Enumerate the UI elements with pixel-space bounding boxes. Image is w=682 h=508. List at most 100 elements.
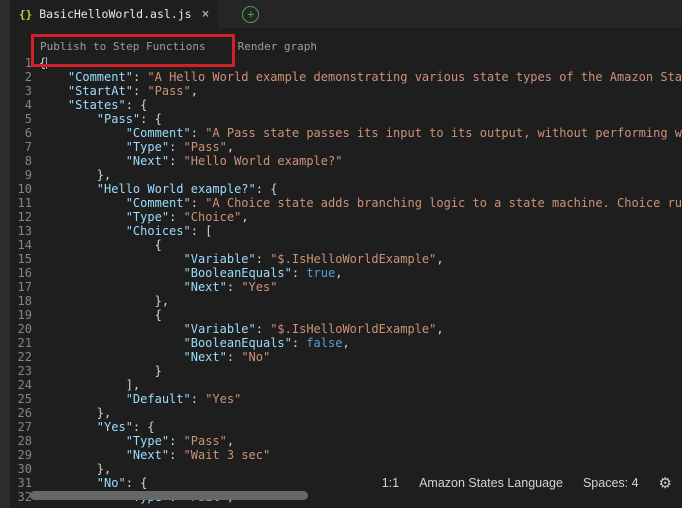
- code-text: "Next": "Wait 3 sec": [39, 448, 270, 462]
- code-text: "Type": "Pass",: [39, 140, 234, 154]
- code-text: {: [39, 56, 47, 70]
- code-line[interactable]: 16 "BooleanEquals": true,: [10, 266, 682, 280]
- code-line[interactable]: 29 "Next": "Wait 3 sec": [10, 448, 682, 462]
- left-gutter-strip: [0, 0, 10, 508]
- code-text: "BooleanEquals": false,: [39, 336, 350, 350]
- code-line[interactable]: 15 "Variable": "$.IsHelloWorldExample",: [10, 252, 682, 266]
- code-line[interactable]: 10 "Hello World example?": {: [10, 182, 682, 196]
- line-number: 9: [10, 168, 32, 182]
- line-number: 17: [10, 280, 32, 294]
- line-number: 21: [10, 336, 32, 350]
- code-text: }: [39, 364, 162, 378]
- code-text: "Next": "Hello World example?": [39, 154, 342, 168]
- language-mode-status[interactable]: Amazon States Language: [419, 476, 563, 490]
- line-number: 16: [10, 266, 32, 280]
- code-line[interactable]: 25 "Default": "Yes": [10, 392, 682, 406]
- line-number: 32: [10, 490, 32, 504]
- code-line[interactable]: 4 "States": {: [10, 98, 682, 112]
- line-number: 2: [10, 70, 32, 84]
- code-line[interactable]: 5 "Pass": {: [10, 112, 682, 126]
- code-text: "Comment": "A Hello World example demons…: [39, 70, 682, 84]
- code-text: "Next": "Yes": [39, 280, 277, 294]
- code-line[interactable]: 7 "Type": "Pass",: [10, 140, 682, 154]
- code-line[interactable]: 14 {: [10, 238, 682, 252]
- code-line[interactable]: 27 "Yes": {: [10, 420, 682, 434]
- plus-glyph: +: [247, 8, 254, 20]
- line-number: 23: [10, 364, 32, 378]
- code-line[interactable]: 1{: [10, 56, 682, 70]
- add-circle-icon[interactable]: +: [242, 6, 259, 23]
- code-line[interactable]: 9 },: [10, 168, 682, 182]
- line-number: 20: [10, 322, 32, 336]
- code-line[interactable]: 23 }: [10, 364, 682, 378]
- code-text: "Yes": {: [39, 420, 155, 434]
- json-file-icon: {}: [19, 8, 32, 21]
- code-line[interactable]: 11 "Comment": "A Choice state adds branc…: [10, 196, 682, 210]
- publish-to-step-functions-link[interactable]: Publish to Step Functions: [40, 40, 206, 53]
- code-text: {: [39, 308, 162, 322]
- code-text: "Variable": "$.IsHelloWorldExample",: [39, 252, 444, 266]
- line-number: 19: [10, 308, 32, 322]
- tab-basichelloworld[interactable]: {} BasicHelloWorld.asl.js ×: [10, 0, 218, 28]
- code-text: {: [39, 238, 162, 252]
- code-text: },: [39, 406, 111, 420]
- code-line[interactable]: 17 "Next": "Yes": [10, 280, 682, 294]
- code-area: 1{2 "Comment": "A Hello World example de…: [10, 56, 682, 504]
- code-text: "No": {: [39, 476, 147, 490]
- render-graph-link[interactable]: Render graph: [238, 40, 317, 53]
- code-line[interactable]: 22 "Next": "No": [10, 350, 682, 364]
- code-line[interactable]: 13 "Choices": [: [10, 224, 682, 238]
- line-number: 14: [10, 238, 32, 252]
- line-number: 13: [10, 224, 32, 238]
- code-text: "Comment": "A Choice state adds branchin…: [39, 196, 682, 210]
- indentation-status[interactable]: Spaces: 4: [583, 476, 639, 490]
- line-number: 7: [10, 140, 32, 154]
- line-number: 31: [10, 476, 32, 490]
- close-tab-icon[interactable]: ×: [202, 7, 210, 22]
- code-line[interactable]: 2 "Comment": "A Hello World example demo…: [10, 70, 682, 84]
- tab-bar: {} BasicHelloWorld.asl.js × +: [10, 0, 682, 28]
- code-text: ],: [39, 378, 140, 392]
- line-number: 4: [10, 98, 32, 112]
- code-text: },: [39, 294, 169, 308]
- code-line[interactable]: 26 },: [10, 406, 682, 420]
- code-text: "Default": "Yes": [39, 392, 241, 406]
- line-number: 8: [10, 154, 32, 168]
- line-number: 22: [10, 350, 32, 364]
- line-number: 5: [10, 112, 32, 126]
- line-number: 6: [10, 126, 32, 140]
- codelens-bar: Publish to Step Functions Render graph: [40, 40, 317, 53]
- line-number: 29: [10, 448, 32, 462]
- tab-label: BasicHelloWorld.asl.js: [39, 7, 191, 21]
- code-line[interactable]: 18 },: [10, 294, 682, 308]
- code-text: },: [39, 168, 111, 182]
- code-line[interactable]: 24 ],: [10, 378, 682, 392]
- code-line[interactable]: 6 "Comment": "A Pass state passes its in…: [10, 126, 682, 140]
- code-text: "Next": "No": [39, 350, 270, 364]
- line-number: 25: [10, 392, 32, 406]
- horizontal-scrollbar-thumb[interactable]: [30, 491, 308, 500]
- code-text: "Choices": [: [39, 224, 212, 238]
- code-line[interactable]: 21 "BooleanEquals": false,: [10, 336, 682, 350]
- code-line[interactable]: 3 "StartAt": "Pass",: [10, 84, 682, 98]
- cursor-position-status[interactable]: 1:1: [382, 476, 399, 490]
- code-line[interactable]: 8 "Next": "Hello World example?": [10, 154, 682, 168]
- code-line[interactable]: 20 "Variable": "$.IsHelloWorldExample",: [10, 322, 682, 336]
- code-text: "Variable": "$.IsHelloWorldExample",: [39, 322, 444, 336]
- code-text: "StartAt": "Pass",: [39, 84, 198, 98]
- line-number: 30: [10, 462, 32, 476]
- code-line[interactable]: 28 "Type": "Pass",: [10, 434, 682, 448]
- code-text: "Hello World example?": {: [39, 182, 277, 196]
- line-number: 26: [10, 406, 32, 420]
- code-text: "Comment": "A Pass state passes its inpu…: [39, 126, 682, 140]
- code-text: "BooleanEquals": true,: [39, 266, 342, 280]
- text-cursor: [46, 57, 47, 69]
- line-number: 12: [10, 210, 32, 224]
- line-number: 24: [10, 378, 32, 392]
- code-line[interactable]: 12 "Type": "Choice",: [10, 210, 682, 224]
- code-line[interactable]: 19 {: [10, 308, 682, 322]
- code-text: "Pass": {: [39, 112, 162, 126]
- line-number: 10: [10, 182, 32, 196]
- settings-gear-icon[interactable]: ⚙: [659, 474, 672, 492]
- line-number: 18: [10, 294, 32, 308]
